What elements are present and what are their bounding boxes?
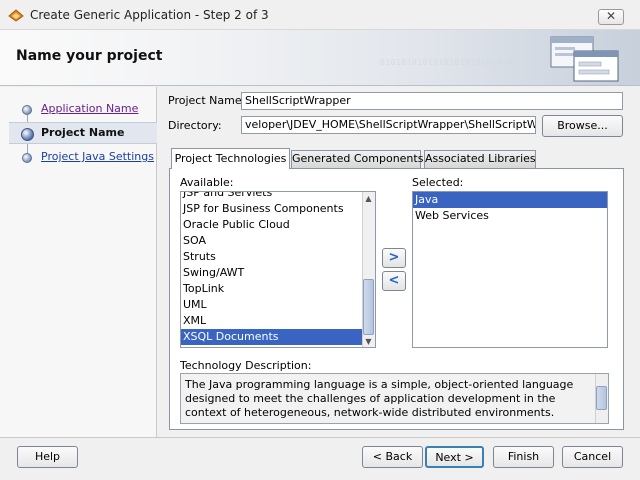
selected-label: Selected: xyxy=(412,176,464,189)
selected-technologies-list[interactable]: Java Web Services xyxy=(412,191,608,348)
close-icon: ✕ xyxy=(605,9,617,23)
back-button[interactable]: < Back xyxy=(362,446,423,468)
step-label: Application Name xyxy=(41,102,139,115)
list-item[interactable]: Struts xyxy=(181,249,363,265)
finish-button[interactable]: Finish xyxy=(493,446,554,468)
tab-project-technologies[interactable]: Project Technologies xyxy=(171,148,290,169)
scroll-thumb[interactable] xyxy=(363,279,374,335)
scroll-thumb[interactable] xyxy=(596,386,607,410)
available-technologies-list[interactable]: JSP and Servlets JSP for Business Compon… xyxy=(180,191,376,348)
list-item[interactable]: UML xyxy=(181,297,363,313)
step-indicator-icon xyxy=(22,153,32,163)
list-item[interactable]: Oracle Public Cloud xyxy=(181,217,363,233)
project-name-label: Project Name: xyxy=(168,94,246,107)
directory-label: Directory: xyxy=(168,119,222,132)
step-project-java-settings[interactable]: Project Java Settings xyxy=(14,147,157,169)
dialog-windows-icon xyxy=(550,36,619,82)
technology-description-box: The Java programming language is a simpl… xyxy=(180,373,609,424)
page-title: Name your project xyxy=(16,48,163,64)
list-item[interactable]: Swing/AWT xyxy=(181,265,363,281)
next-button[interactable]: Next > xyxy=(425,446,484,468)
step-project-name[interactable]: Project Name xyxy=(9,122,157,144)
chevron-right-icon: > xyxy=(388,250,400,265)
list-item[interactable]: Web Services xyxy=(413,208,607,224)
tab-generated-components[interactable]: Generated Components xyxy=(291,150,423,168)
tab-associated-libraries[interactable]: Associated Libraries xyxy=(424,150,536,168)
cancel-button[interactable]: Cancel xyxy=(562,446,623,468)
technology-description-label: Technology Description: xyxy=(180,359,312,372)
step-label: Project Java Settings xyxy=(41,150,154,163)
browse-button[interactable]: Browse... xyxy=(542,115,623,137)
list-item[interactable]: JSP for Business Components xyxy=(181,201,363,217)
project-name-input[interactable]: ShellScriptWrapper xyxy=(241,92,623,110)
add-to-selected-button[interactable]: > xyxy=(382,248,406,268)
step-application-name[interactable]: Application Name xyxy=(14,99,157,121)
list-item-selected[interactable]: XSQL Documents xyxy=(181,329,363,345)
footer-divider xyxy=(0,437,640,438)
list-item[interactable]: TopLink xyxy=(181,281,363,297)
jdeveloper-app-icon xyxy=(8,9,24,22)
list-item-selected[interactable]: Java xyxy=(413,192,607,208)
technology-description-text: The Java programming language is a simpl… xyxy=(185,378,574,419)
step-label: Project Name xyxy=(41,126,125,139)
binary-decoration: 01010101010101010101010101 xyxy=(380,58,519,67)
window-title: Create Generic Application - Step 2 of 3 xyxy=(30,8,269,22)
directory-input[interactable]: veloper\JDEV_HOME\ShellScriptWrapper\She… xyxy=(241,116,536,134)
help-button[interactable]: Help xyxy=(17,446,78,468)
scroll-down-arrow-icon[interactable]: ▼ xyxy=(363,336,374,347)
chevron-left-icon: < xyxy=(388,273,400,288)
list-item[interactable]: XML xyxy=(181,313,363,329)
available-items: JSP and Servlets JSP for Business Compon… xyxy=(181,192,363,345)
list-item[interactable]: JSP and Servlets xyxy=(181,192,363,201)
close-window-button[interactable]: ✕ xyxy=(598,9,624,25)
remove-from-selected-button[interactable]: < xyxy=(382,271,406,291)
current-step-indicator-icon xyxy=(21,128,34,141)
step-indicator-icon xyxy=(22,105,32,115)
scroll-up-arrow-icon[interactable]: ▲ xyxy=(363,193,374,204)
list-item[interactable]: SOA xyxy=(181,233,363,249)
available-label: Available: xyxy=(180,176,234,189)
